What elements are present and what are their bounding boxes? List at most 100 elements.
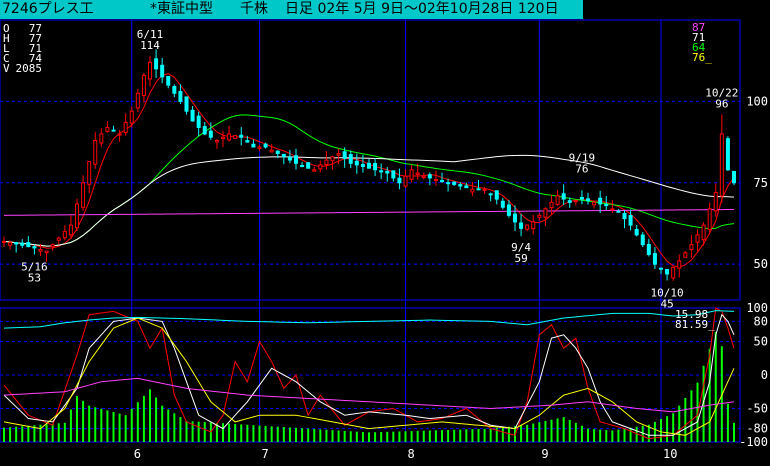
volume-bar xyxy=(313,428,316,442)
volume-bar xyxy=(526,424,529,442)
candle-body xyxy=(391,170,396,179)
candle-body xyxy=(123,122,128,134)
x-tick-label: 10 xyxy=(663,447,677,461)
candle-body xyxy=(208,130,213,138)
candle-body xyxy=(62,231,67,239)
volume-bar xyxy=(465,429,468,442)
candle-body xyxy=(275,150,280,154)
volume-bar xyxy=(483,428,486,442)
volume-bar xyxy=(282,427,285,442)
volume-bar xyxy=(374,432,377,442)
candle-body xyxy=(93,139,98,165)
ohlc-label: V xyxy=(3,62,10,75)
candle-body xyxy=(433,179,438,182)
volume-bar xyxy=(361,432,364,442)
volume-bar xyxy=(88,405,91,442)
candle-body xyxy=(154,58,159,70)
oscillator-line xyxy=(3,377,735,413)
candle-body xyxy=(415,172,420,175)
volume-bar xyxy=(574,422,577,442)
volume-bar xyxy=(155,397,158,442)
price-annotation-value: 59 xyxy=(514,252,527,265)
volume-bar xyxy=(410,431,413,442)
volume-bar xyxy=(653,421,656,442)
candle-body xyxy=(221,136,225,140)
volume-bar xyxy=(136,402,139,442)
x-tick-label: 8 xyxy=(408,447,415,461)
candle-body xyxy=(172,86,177,94)
volume-bar xyxy=(343,430,346,442)
candle-body xyxy=(598,197,603,205)
candle-body xyxy=(610,208,615,211)
candle-body xyxy=(640,234,645,246)
volume-bar xyxy=(672,413,675,442)
candle-body xyxy=(354,160,359,166)
volume-bar xyxy=(45,424,48,442)
candle-body xyxy=(622,213,627,220)
candle-body xyxy=(306,162,311,169)
price-tick-label: 50 xyxy=(754,257,768,271)
volume-bar xyxy=(501,427,504,442)
volume-bar xyxy=(599,429,602,442)
volume-bar xyxy=(708,348,711,442)
volume-bar xyxy=(380,432,383,442)
volume-bar xyxy=(3,427,5,442)
candle-body xyxy=(245,140,250,143)
candle-body xyxy=(14,242,19,245)
candle-body xyxy=(519,222,524,229)
candlesticks xyxy=(2,49,736,281)
candle-body xyxy=(239,134,244,138)
candle-body xyxy=(367,162,371,169)
candle-body xyxy=(263,143,268,148)
candle-body xyxy=(32,246,37,249)
volume-bar xyxy=(368,432,370,442)
candle-body xyxy=(20,242,25,246)
volume-bar xyxy=(295,427,297,442)
volume-bar xyxy=(222,423,224,442)
candle-body xyxy=(214,139,219,143)
volume-bar xyxy=(641,425,644,442)
candle-body xyxy=(695,234,700,243)
candle-body xyxy=(379,170,384,173)
candle-body xyxy=(105,126,110,132)
candle-body xyxy=(348,154,353,164)
candle-body xyxy=(196,115,201,128)
volume-bar xyxy=(404,431,407,442)
chart-labels: 6 7 8 9 10507510010080500-50-80-1005/16536/1… xyxy=(3,21,768,461)
volume-bar xyxy=(142,395,145,442)
volume-bar xyxy=(240,424,243,442)
candle-body xyxy=(549,201,554,209)
oscillator-line xyxy=(3,310,735,329)
candle-body xyxy=(543,208,548,218)
candle-body xyxy=(269,149,274,153)
candle-body xyxy=(707,208,712,230)
volume-bar xyxy=(325,429,328,442)
candle-body xyxy=(373,163,378,171)
candle-body xyxy=(421,175,426,179)
volume-bar xyxy=(386,431,389,442)
candle-body xyxy=(701,224,706,241)
price-annotation-value: 76 xyxy=(575,163,588,176)
candle-body xyxy=(117,133,122,136)
price-annotation-value: 114 xyxy=(140,39,160,52)
volume-bar xyxy=(82,400,85,442)
oscillator-tick-label: -100 xyxy=(739,435,768,449)
x-tick-label: 7 xyxy=(262,447,269,461)
volume-bar xyxy=(21,426,24,442)
candle-body xyxy=(184,96,189,112)
volume-bar xyxy=(276,426,279,442)
volume-bar xyxy=(149,389,151,442)
price-annotation-value: 45 xyxy=(660,297,673,310)
volume-bar xyxy=(507,426,510,442)
stock-chart: 6 7 8 9 10507510010080500-50-80-1005/16536/1… xyxy=(0,19,768,461)
volume-bar xyxy=(453,429,456,442)
candle-body xyxy=(513,213,517,223)
candle-body xyxy=(470,188,475,193)
volume-bar xyxy=(112,412,115,442)
candle-body xyxy=(586,198,590,202)
oscillator-tick-label: 0 xyxy=(761,368,768,382)
ma-legend-value: 76_ xyxy=(692,51,712,64)
volume-bar xyxy=(550,419,553,442)
volume-bar xyxy=(106,410,109,442)
price-frame xyxy=(0,19,741,301)
